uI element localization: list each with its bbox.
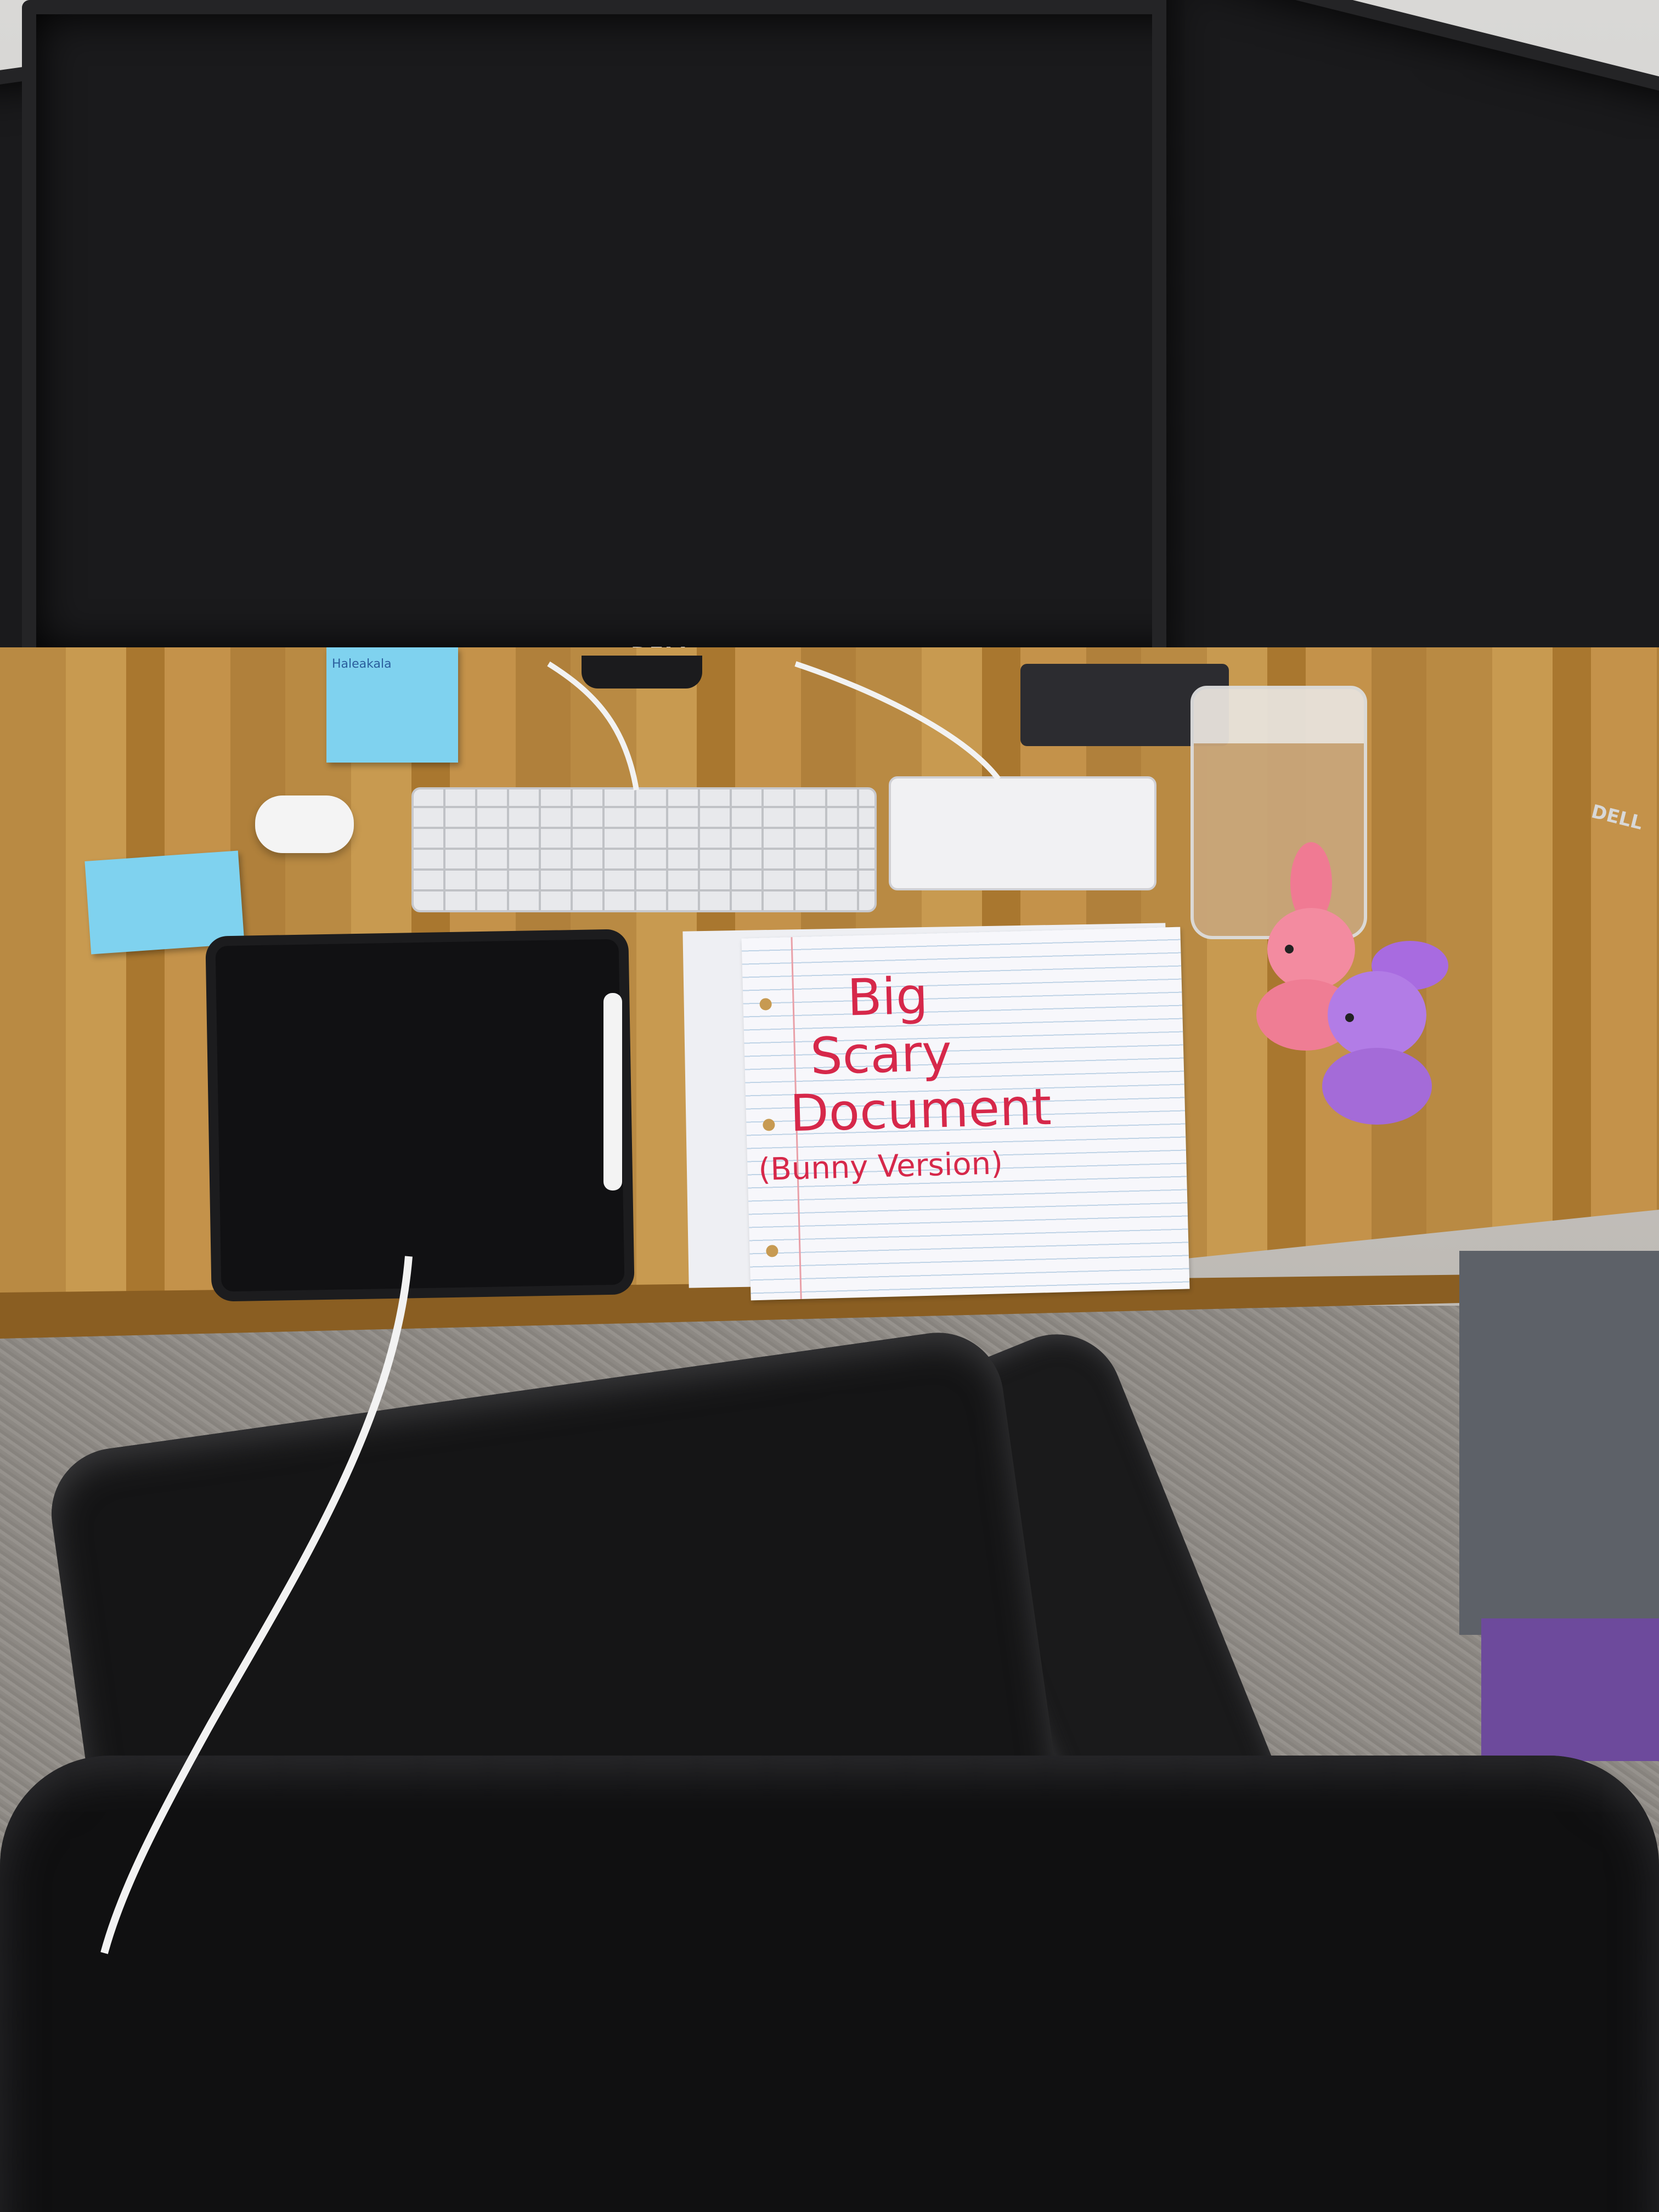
desk-scene: DELL DELL Haleakala Big Scary Document (… (0, 0, 1659, 2212)
charging-cable (100, 661, 1001, 1954)
